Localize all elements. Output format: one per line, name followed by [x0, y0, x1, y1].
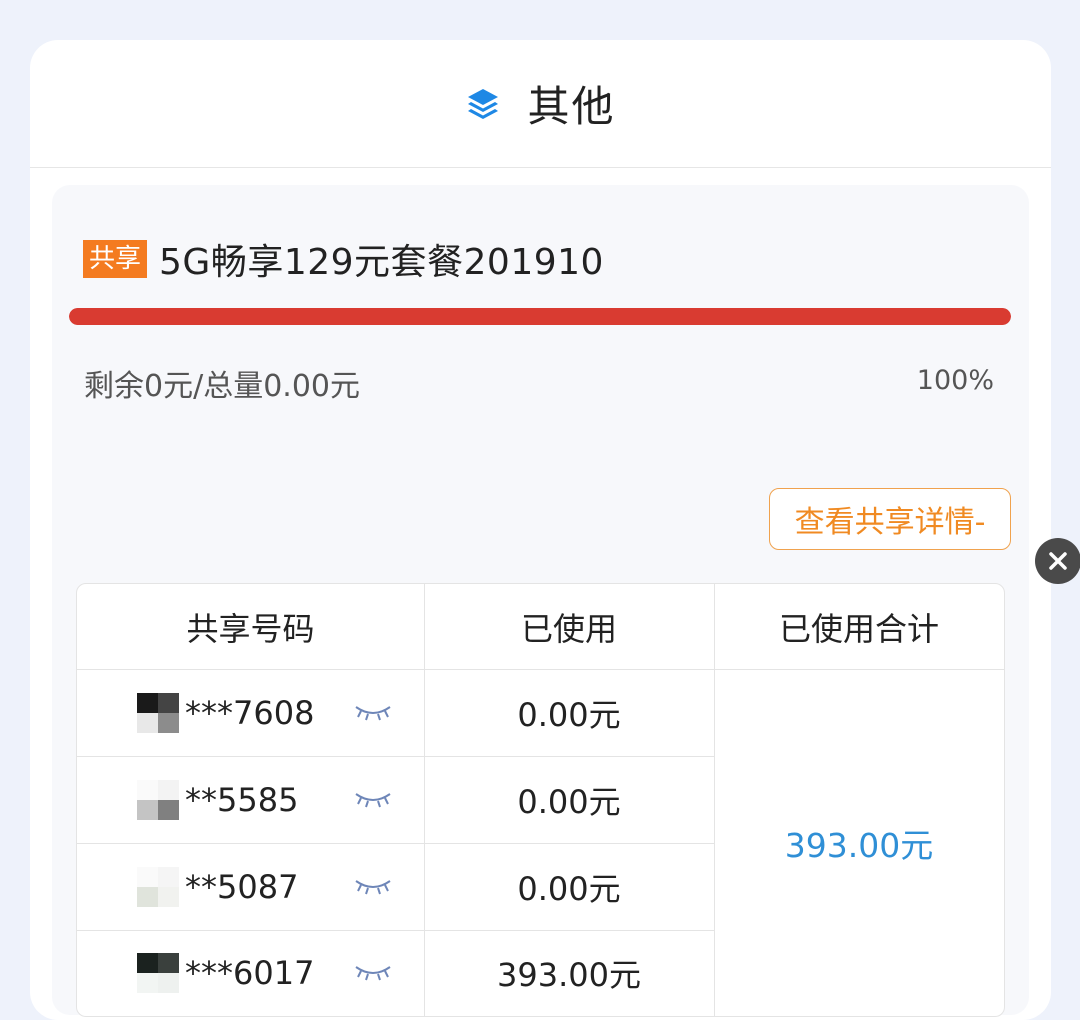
plan-title-row: 共享 5G畅享129元套餐201910: [83, 233, 604, 285]
card-header: 其他: [30, 40, 1051, 168]
share-badge: 共享: [83, 240, 148, 278]
eye-closed-icon[interactable]: [353, 962, 393, 984]
table-row: **5087: [77, 843, 424, 930]
used-value: 0.00元: [517, 695, 621, 734]
close-button[interactable]: [1035, 538, 1080, 584]
layers-icon: [468, 88, 499, 119]
table-row: ***6017: [77, 930, 424, 1016]
phone-number: **5585: [137, 779, 298, 820]
remain-text: 剩余0元/总量0.00元: [84, 369, 360, 404]
header-used: 已使用: [520, 609, 617, 648]
close-icon: [1049, 552, 1067, 570]
masked-mosaic: [137, 866, 179, 907]
eye-closed-icon[interactable]: [353, 876, 393, 898]
table-row: **5585: [77, 756, 424, 843]
percent-text: 100%: [916, 365, 994, 396]
view-share-detail-button[interactable]: 查看共享详情-: [769, 488, 1011, 550]
phone-number: ***6017: [137, 953, 314, 993]
masked-mosaic: [137, 779, 179, 820]
share-table: 共享号码 已使用 已使用合计 ***7608 0.00元 **5585 0.00…: [76, 583, 1005, 1017]
usage-progress-fill: [69, 308, 1011, 325]
used-value: 0.00元: [517, 782, 621, 821]
eye-closed-icon[interactable]: [353, 702, 393, 724]
used-value: 0.00元: [517, 869, 621, 908]
eye-closed-icon[interactable]: [353, 789, 393, 811]
phone-number: **5087: [137, 866, 298, 907]
phone-number: ***7608: [137, 692, 314, 733]
masked-mosaic: [137, 692, 179, 733]
plan-panel: 共享 5G畅享129元套餐201910 剩余0元/总量0.00元 100% 查看…: [52, 185, 1029, 1017]
other-card: 其他 共享 5G畅享129元套餐201910 剩余0元/总量0.00元 100%…: [30, 40, 1051, 1020]
plan-name: 5G畅享129元套餐201910: [159, 242, 604, 283]
used-total-value: 393.00元: [784, 825, 934, 865]
usage-progress-bar: [69, 308, 1011, 325]
header-used-total: 已使用合计: [778, 609, 939, 648]
masked-mosaic: [137, 953, 179, 993]
table-row: ***7608: [77, 669, 424, 756]
header-share-number: 共享号码: [186, 609, 315, 648]
card-title: 其他: [527, 82, 616, 131]
used-value: 393.00元: [497, 956, 641, 994]
